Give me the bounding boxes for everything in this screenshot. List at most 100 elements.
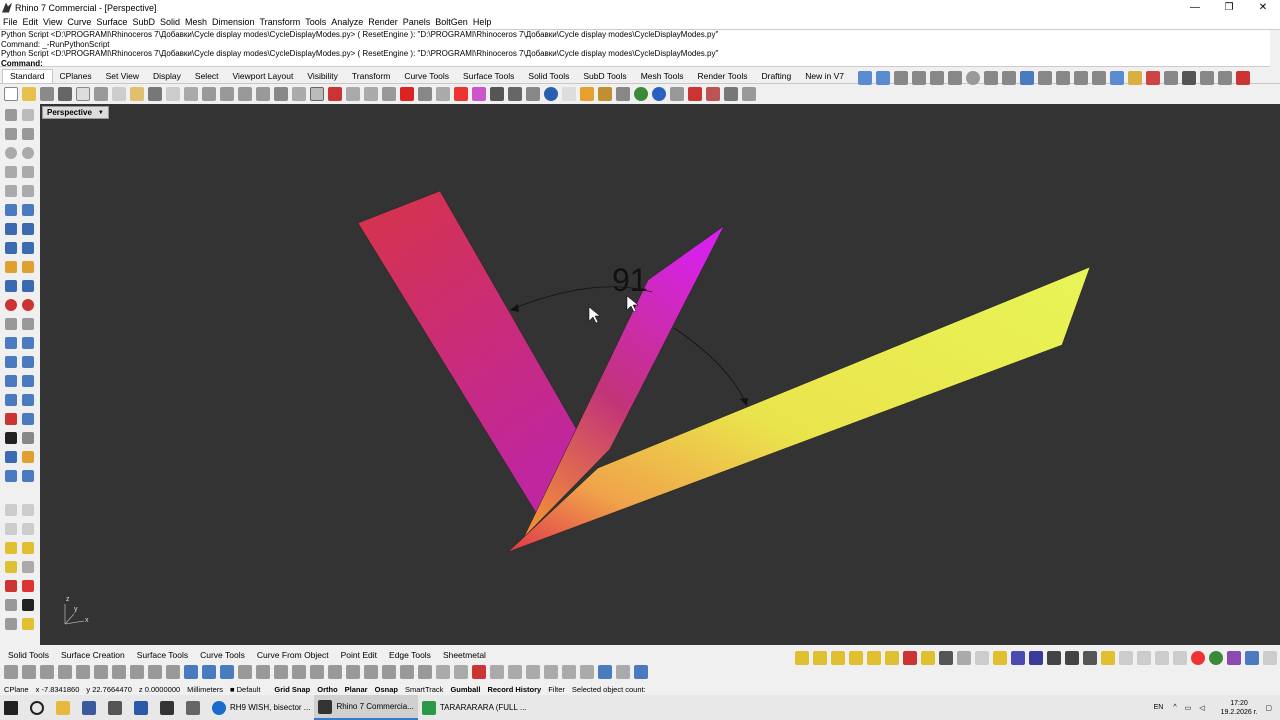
zoom-extents-icon[interactable] [238, 87, 252, 101]
edge-tool-icon[interactable] [256, 665, 270, 679]
disabled-tool-icon[interactable] [5, 504, 17, 516]
box-tool-icon[interactable] [5, 223, 17, 235]
rectangle-icon[interactable] [930, 71, 944, 85]
circle-tool-icon[interactable] [5, 147, 17, 159]
tab-set-view[interactable]: Set View [99, 70, 146, 83]
copy-icon[interactable] [112, 87, 126, 101]
tab-cplanes[interactable]: CPlanes [53, 70, 99, 83]
grid-array-icon[interactable] [22, 394, 34, 406]
taskbar-item-browser[interactable]: RH9 WISH, bisector ... [208, 695, 314, 720]
disabled-tool-icon[interactable] [22, 523, 34, 535]
dimension-icon[interactable] [984, 71, 998, 85]
new-file-icon[interactable] [4, 87, 18, 101]
chevron-down-icon[interactable]: ▼ [98, 110, 104, 116]
script-icon[interactable] [724, 87, 738, 101]
layers-icon[interactable] [1128, 71, 1142, 85]
subd-edit-icon[interactable] [5, 561, 17, 573]
taskbar-app[interactable] [130, 695, 156, 720]
open-file-icon[interactable] [22, 87, 36, 101]
layer-icon[interactable] [400, 87, 414, 101]
line-icon[interactable] [5, 128, 17, 140]
cplane-grid-icon[interactable] [876, 71, 890, 85]
curve-tool-icon[interactable] [112, 665, 126, 679]
refresh-icon[interactable] [742, 87, 756, 101]
move-icon[interactable] [1002, 71, 1016, 85]
subd-delete-icon[interactable] [903, 651, 917, 665]
box-icon[interactable] [1020, 71, 1034, 85]
point-edit-icon[interactable] [580, 665, 594, 679]
cube-icon[interactable] [1047, 651, 1061, 665]
menu-edit[interactable]: Edit [23, 17, 39, 27]
edge-tool-icon[interactable] [364, 665, 378, 679]
menu-view[interactable]: View [43, 17, 62, 27]
menu-dimension[interactable]: Dimension [212, 17, 255, 27]
join-icon[interactable] [1074, 71, 1088, 85]
select-arrow-icon[interactable] [5, 109, 17, 121]
printer-icon[interactable] [1110, 71, 1124, 85]
shade-icon[interactable] [5, 299, 17, 311]
edge-tool-icon[interactable] [400, 665, 414, 679]
black-tool-icon[interactable] [22, 599, 34, 611]
menu-render[interactable]: Render [368, 17, 398, 27]
plane-icon[interactable] [5, 204, 17, 216]
explode-tool-icon[interactable] [22, 261, 34, 273]
render-preview-icon[interactable] [490, 87, 504, 101]
curve-line-icon[interactable] [894, 71, 908, 85]
menu-boltgen[interactable]: BoltGen [435, 17, 468, 27]
curve-tool-icon[interactable] [4, 665, 18, 679]
hat-icon[interactable] [1236, 71, 1250, 85]
layer-indicator[interactable]: ■ Default [230, 685, 267, 694]
mapping-icon[interactable] [1245, 651, 1259, 665]
layout-icon[interactable] [5, 451, 17, 463]
viewport-title[interactable]: Perspective ▼ [42, 106, 109, 119]
zoom-icon[interactable] [202, 87, 216, 101]
edge-tool-icon[interactable] [418, 665, 432, 679]
view-tool-icon[interactable] [22, 470, 34, 482]
trim-icon[interactable] [5, 337, 17, 349]
menu-help[interactable]: Help [473, 17, 492, 27]
menu-panels[interactable]: Panels [403, 17, 431, 27]
boolean-icon[interactable] [5, 261, 17, 273]
curve-tool-icon[interactable] [40, 665, 54, 679]
close-button[interactable]: ✕ [1246, 0, 1280, 15]
sheetmetal-icon[interactable] [616, 665, 630, 679]
cube-icon[interactable] [1029, 651, 1043, 665]
polygon-icon[interactable] [5, 185, 17, 197]
tab-curve-tools[interactable]: Curve Tools [397, 70, 456, 83]
sphere-icon[interactable] [544, 87, 558, 101]
history-icon[interactable] [5, 618, 17, 630]
plugin-icon[interactable] [22, 580, 34, 592]
snap-icon[interactable] [616, 87, 630, 101]
show-selected-icon[interactable] [364, 87, 378, 101]
tab-new-in-v7[interactable]: New in V7 [798, 70, 851, 83]
language-indicator[interactable]: EN [1154, 704, 1164, 711]
subd-box-icon[interactable] [22, 542, 34, 554]
mirror-icon[interactable] [1038, 71, 1052, 85]
hide-icon[interactable] [328, 87, 342, 101]
texture-icon[interactable] [1227, 651, 1241, 665]
array-icon[interactable] [5, 394, 17, 406]
color-wheel-icon[interactable] [454, 87, 468, 101]
menu-mesh[interactable]: Mesh [185, 17, 207, 27]
analyze-icon[interactable] [5, 413, 17, 425]
cube-icon[interactable] [975, 651, 989, 665]
globe-icon[interactable] [634, 87, 648, 101]
menu-solid[interactable]: Solid [160, 17, 180, 27]
curvature-icon[interactable] [1200, 71, 1214, 85]
tab-visibility[interactable]: Visibility [300, 70, 345, 83]
tab-standard[interactable]: Standard [2, 69, 53, 83]
tab-curve-from-object[interactable]: Curve From Object [251, 650, 335, 660]
notification-icon[interactable]: ▢ [1265, 704, 1272, 712]
chamfer-icon[interactable] [22, 318, 34, 330]
save-icon[interactable] [40, 87, 54, 101]
circle-icon[interactable] [966, 71, 980, 85]
polyline-icon[interactable] [912, 71, 926, 85]
ortho-toggle[interactable]: Ortho [317, 685, 337, 694]
point-edit-icon[interactable] [562, 665, 576, 679]
subd-tool-icon[interactable] [849, 651, 863, 665]
lock-icon[interactable] [382, 87, 396, 101]
cube-icon[interactable] [1173, 651, 1187, 665]
ellipse-icon[interactable] [22, 147, 34, 159]
curve-tool-icon[interactable] [166, 665, 180, 679]
edge-tool-icon[interactable] [274, 665, 288, 679]
